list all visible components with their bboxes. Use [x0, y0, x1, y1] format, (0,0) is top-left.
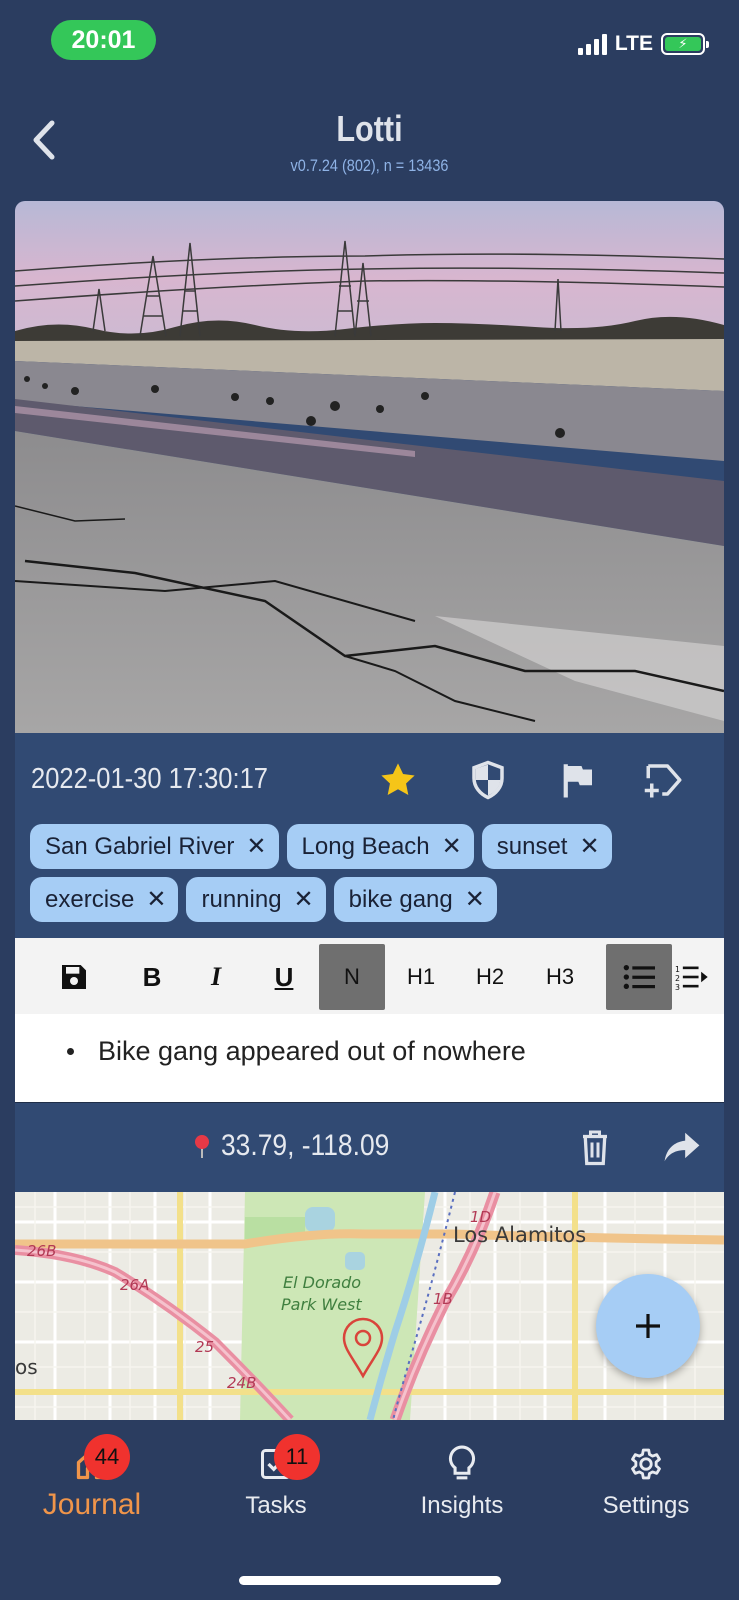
nav-label-tasks: Tasks — [245, 1492, 307, 1519]
nav-label-settings: Settings — [602, 1492, 690, 1519]
flag-icon[interactable] — [557, 759, 599, 801]
share-icon[interactable] — [663, 1129, 701, 1170]
nav-item-journal[interactable]: Journal 44 — [12, 1434, 172, 1522]
heading1-button[interactable]: H1 — [388, 944, 454, 1010]
heading2-button[interactable]: H2 — [457, 944, 523, 1010]
page-title: Lotti — [336, 108, 403, 149]
tag-label: running — [201, 885, 282, 913]
journal-entry-card: 2022-01-30 17:30:17 San Gabriel River ✕ L… — [15, 201, 724, 1420]
map-label-exit: 26A — [120, 1276, 149, 1294]
status-bar: 20:01 LTE ⚡ — [0, 0, 739, 90]
svg-text:1: 1 — [675, 965, 680, 974]
shield-icon[interactable] — [467, 759, 509, 801]
tasks-count-badge: 11 — [274, 1434, 320, 1480]
map-pin-icon — [195, 1135, 209, 1158]
journal-count-badge: 44 — [84, 1434, 130, 1480]
svg-text:3: 3 — [675, 983, 680, 991]
map-label-exit: 24B — [227, 1374, 256, 1392]
add-tag-icon[interactable] — [643, 759, 685, 801]
tag-chip[interactable]: Long Beach ✕ — [286, 824, 474, 869]
signal-icon — [577, 33, 607, 55]
close-icon[interactable]: ✕ — [294, 887, 314, 912]
map-label-park: El Dorado — [283, 1273, 361, 1292]
tag-chip[interactable]: bike gang ✕ — [333, 877, 497, 922]
version-info: v0.7.24 (802), n = 13436 — [290, 156, 449, 175]
tag-chip[interactable]: running ✕ — [186, 877, 326, 922]
save-icon — [62, 965, 86, 989]
close-icon[interactable]: ✕ — [146, 887, 166, 912]
nav-item-insights[interactable]: Insights — [382, 1438, 542, 1520]
text-editor: B I U N H1 H2 H3 123 Bike gang appeared … — [15, 938, 724, 1102]
nav-item-tasks[interactable]: Tasks 11 — [196, 1434, 356, 1520]
map-label-city-partial: os — [15, 1355, 38, 1379]
close-icon[interactable]: ✕ — [442, 834, 462, 859]
close-icon[interactable]: ✕ — [465, 887, 485, 912]
tag-label: San Gabriel River — [45, 832, 235, 860]
close-icon[interactable]: ✕ — [579, 834, 599, 859]
map-label-exit: 26B — [27, 1242, 56, 1260]
plus-icon — [636, 1314, 660, 1338]
tag-list: San Gabriel River ✕ Long Beach ✕ sunset ✕ e… — [30, 824, 710, 922]
underline-button[interactable]: U — [251, 944, 317, 1010]
nav-item-settings[interactable]: Settings — [566, 1438, 726, 1520]
nav-label-journal: Journal — [42, 1488, 142, 1521]
entry-photo[interactable] — [15, 201, 724, 733]
tag-label: exercise — [45, 885, 135, 913]
add-entry-button[interactable] — [596, 1274, 700, 1378]
bullet-list-button[interactable] — [606, 944, 672, 1010]
bottom-navigation: Journal 44 Tasks 11 Insights Settings — [0, 1420, 739, 1600]
tag-label: sunset — [496, 832, 568, 860]
close-icon[interactable]: ✕ — [246, 834, 266, 859]
gear-icon — [566, 1438, 726, 1490]
status-indicators: LTE ⚡ — [577, 32, 709, 56]
numbered-list-button[interactable]: 123 — [675, 944, 724, 1010]
home-indicator — [239, 1576, 501, 1585]
entry-meta-row: 2022-01-30 17:30:17 — [15, 733, 724, 828]
heading3-button[interactable]: H3 — [527, 944, 593, 1010]
save-button[interactable] — [41, 944, 107, 1010]
tag-chip[interactable]: sunset ✕ — [481, 824, 612, 869]
map-label-exit: 1B — [433, 1290, 453, 1308]
trash-icon[interactable] — [577, 1127, 613, 1172]
location-row: 33.79, -118.09 — [15, 1102, 724, 1192]
map-label-exit: 25 — [195, 1338, 214, 1356]
tag-chip[interactable]: San Gabriel River ✕ — [30, 824, 279, 869]
location-coords: 33.79, -118.09 — [221, 1129, 390, 1162]
lightbulb-icon — [382, 1438, 542, 1490]
app-header: Lotti v0.7.24 (802), n = 13436 — [0, 90, 739, 196]
map-label-city: Los Alamitos — [453, 1223, 586, 1247]
map-label-park: Park West — [281, 1295, 362, 1314]
editor-toolbar: B I U N H1 H2 H3 123 — [15, 938, 724, 1014]
svg-text:2: 2 — [675, 974, 680, 983]
entry-date[interactable]: 2022-01-30 17:30:17 — [31, 763, 268, 796]
star-icon[interactable] — [377, 759, 419, 801]
status-time: 20:01 — [51, 20, 156, 60]
location-label[interactable]: 33.79, -118.09 — [191, 1129, 412, 1163]
nav-label-insights: Insights — [420, 1492, 504, 1519]
normal-text-button[interactable]: N — [319, 944, 385, 1010]
list-numbered-icon: 123 — [675, 965, 708, 991]
network-label: LTE — [614, 32, 653, 55]
bold-button[interactable]: B — [119, 944, 185, 1010]
bullet-dot — [67, 1048, 74, 1055]
tag-label: Long Beach — [301, 832, 430, 860]
battery-icon: ⚡ — [661, 33, 709, 55]
tag-label: bike gang — [348, 885, 453, 913]
italic-button[interactable]: I — [183, 944, 249, 1010]
editor-content[interactable]: Bike gang appeared out of nowhere — [67, 1036, 526, 1067]
bullet-text: Bike gang appeared out of nowhere — [98, 1036, 526, 1066]
tag-chip[interactable]: exercise ✕ — [30, 877, 179, 922]
list-bullet-icon — [623, 965, 655, 989]
